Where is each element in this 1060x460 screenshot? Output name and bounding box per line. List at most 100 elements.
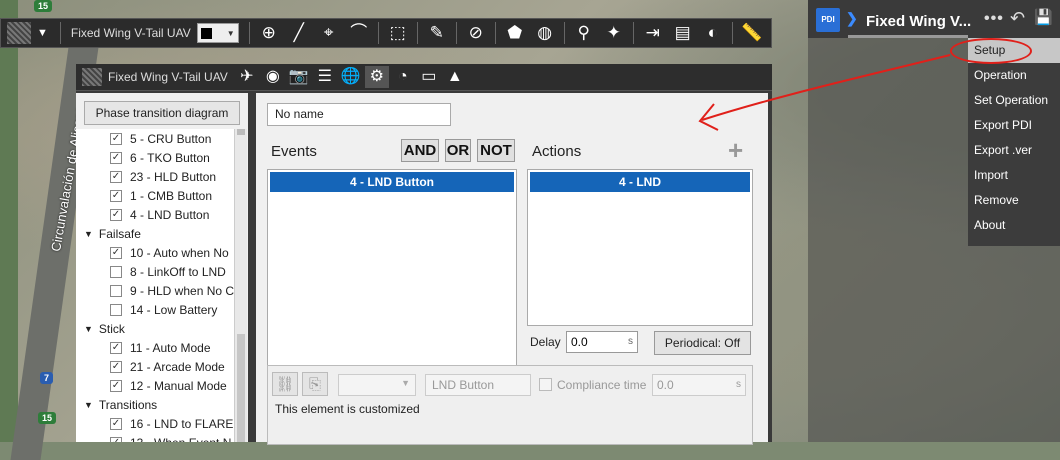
tree-item[interactable]: ✓ 5 - CRU Button — [76, 129, 236, 148]
circle-area-icon[interactable]: ◍ — [534, 22, 556, 44]
expand-triangle-icon[interactable]: ▼ — [84, 400, 93, 410]
polygon-area-icon[interactable]: ⬟ — [504, 22, 526, 44]
tree-checkbox[interactable]: ✓ — [110, 246, 122, 259]
add-action-icon[interactable]: + — [728, 135, 743, 166]
tree-item[interactable]: 9 - HLD when No C — [76, 281, 236, 300]
kml-icon[interactable]: ▤ — [672, 22, 694, 44]
tree-item[interactable]: ✓ 21 - Arcade Mode — [76, 357, 236, 376]
globe-icon[interactable]: ◐ — [702, 22, 724, 44]
radar-icon[interactable]: ◉ — [261, 66, 285, 88]
undo-icon[interactable]: ↶ — [1010, 8, 1025, 29]
tree-checkbox[interactable]: ✓ — [110, 208, 122, 221]
tree-checkbox[interactable]: ✓ — [110, 360, 122, 373]
menu-item-export-pdi[interactable]: Export PDI — [968, 113, 1060, 138]
sliders-icon[interactable]: ☰ — [313, 66, 337, 88]
menu-item-operation[interactable]: Operation — [968, 63, 1060, 88]
tree-checkbox[interactable]: ✓ — [110, 379, 122, 392]
transition-editor: No name Events AND OR NOT Actions + 4 - … — [256, 93, 768, 445]
periodical-button[interactable]: Periodical: Off — [654, 331, 751, 355]
tree-item[interactable]: 14 - Low Battery — [76, 300, 236, 319]
tree-checkbox[interactable]: ✓ — [110, 189, 122, 202]
compliance-time-field[interactable]: 0.0 s — [652, 374, 746, 396]
tree-checkbox[interactable] — [110, 265, 122, 278]
no-fly-circle-icon[interactable]: ⊘ — [465, 22, 487, 44]
ruler-icon[interactable]: 📏 — [741, 22, 763, 44]
tree-checkbox[interactable]: ✓ — [110, 417, 122, 430]
name-field[interactable]: No name — [267, 103, 451, 126]
tree-item[interactable]: ✓ 16 - LND to FLARE — [76, 414, 236, 433]
or-button[interactable]: OR — [445, 139, 471, 162]
not-button[interactable]: NOT — [477, 139, 515, 162]
tree-scrollbar[interactable] — [234, 129, 247, 442]
tree-group[interactable]: ▼ Transitions — [76, 395, 236, 414]
arc-tool-icon[interactable]: ⌒ — [348, 22, 370, 44]
save-icon[interactable]: 💾 — [1034, 8, 1053, 26]
delay-field[interactable]: 0.0 s — [566, 331, 638, 353]
toolbar-dropdown-icon[interactable]: ▼ — [37, 27, 48, 39]
exit-icon[interactable]: ⇥ — [642, 22, 664, 44]
tree-label: 1 - CMB Button — [130, 188, 213, 203]
link-icon[interactable]: ⛓ — [272, 372, 298, 396]
tree-item[interactable]: ✓ 23 - HLD Button — [76, 167, 236, 186]
tree-item[interactable]: ✓ 10 - Auto when No — [76, 243, 236, 262]
crosshair-icon[interactable]: ⌖ — [318, 22, 340, 44]
camera-icon[interactable]: 📷 — [287, 66, 311, 88]
tree-item[interactable]: 8 - LinkOff to LND — [76, 262, 236, 281]
annotation-circle — [950, 38, 1032, 64]
waypoint-add-icon[interactable]: ⊕ — [258, 22, 280, 44]
window-icon[interactable]: ▭ — [417, 66, 441, 88]
progress-bar — [848, 35, 968, 38]
chevron-right-icon[interactable]: ❯ — [846, 10, 858, 27]
color-picker[interactable]: ▼ — [196, 23, 239, 43]
tree-item[interactable]: ✓ 6 - TKO Button — [76, 148, 236, 167]
menu-item-import[interactable]: Import — [968, 163, 1060, 188]
events-label: Events — [271, 143, 317, 160]
tree-item[interactable]: ✓ 4 - LND Button — [76, 205, 236, 224]
tree-checkbox[interactable]: ✓ — [110, 170, 122, 183]
menu-item-about[interactable]: About — [968, 213, 1060, 238]
line-tool-icon[interactable]: ╱ — [288, 22, 310, 44]
actions-list[interactable]: 4 - LND — [527, 169, 753, 326]
expand-triangle-icon[interactable]: ▼ — [84, 229, 93, 239]
tree-checkbox[interactable]: ✓ — [110, 436, 122, 442]
event-name-field[interactable]: LND Button — [425, 374, 531, 396]
gears-icon[interactable]: ⚙ — [364, 66, 389, 88]
tree-checkbox[interactable]: ✓ — [110, 132, 122, 145]
tree-checkbox[interactable] — [110, 284, 122, 297]
magic-wand-icon[interactable]: ✦ — [603, 22, 625, 44]
tree-checkbox[interactable]: ✓ — [110, 151, 122, 164]
pin-icon[interactable]: ✎ — [426, 22, 448, 44]
expand-triangle-icon[interactable]: ▼ — [84, 324, 93, 334]
tree-item[interactable]: ✓ 1 - CMB Button — [76, 186, 236, 205]
phase-transition-diagram-button[interactable]: Phase transition diagram — [84, 101, 240, 125]
more-options-icon[interactable]: ••• — [984, 10, 1004, 28]
tree-checkbox[interactable] — [110, 303, 122, 316]
menu-item-remove[interactable]: Remove — [968, 188, 1060, 213]
event-type-select[interactable]: ▼ — [338, 374, 416, 396]
tree-item[interactable]: ✓ 11 - Auto Mode — [76, 338, 236, 357]
list-item[interactable]: 4 - LND — [530, 172, 750, 192]
tree-item[interactable]: ✓ 12 - Manual Mode — [76, 376, 236, 395]
list-item[interactable]: 4 - LND Button — [270, 172, 514, 192]
select-area-icon[interactable]: ⬚ — [387, 22, 409, 44]
menu-item-set-operation[interactable]: Set Operation — [968, 88, 1060, 113]
copy-icon[interactable]: ⎘ — [302, 372, 328, 396]
panel-grip[interactable] — [82, 68, 102, 86]
scrollbar-arrow[interactable] — [237, 129, 245, 135]
tree-checkbox[interactable]: ✓ — [110, 341, 122, 354]
tree-item[interactable]: ✓ 13 - When Event N — [76, 433, 236, 442]
route-point-icon[interactable]: ⚲ — [573, 22, 595, 44]
tree-group[interactable]: ▼ Stick — [76, 319, 236, 338]
mountains-icon[interactable]: ▲ — [443, 66, 467, 88]
pdi-file-icon[interactable]: PDI — [816, 8, 840, 32]
tree-group[interactable]: ▼ Failsafe — [76, 224, 236, 243]
globe-icon[interactable]: 🌐 — [339, 66, 363, 88]
and-button[interactable]: AND — [401, 139, 439, 162]
airplane-icon[interactable]: ✈ — [235, 66, 259, 88]
compliance-checkbox[interactable] — [539, 378, 552, 391]
actions-label: Actions — [532, 143, 582, 160]
gauge-icon[interactable]: ◔ — [391, 66, 415, 88]
toolbar-grip[interactable] — [7, 22, 31, 44]
menu-item-export-ver[interactable]: Export .ver — [968, 138, 1060, 163]
scrollbar-thumb[interactable] — [237, 334, 245, 442]
